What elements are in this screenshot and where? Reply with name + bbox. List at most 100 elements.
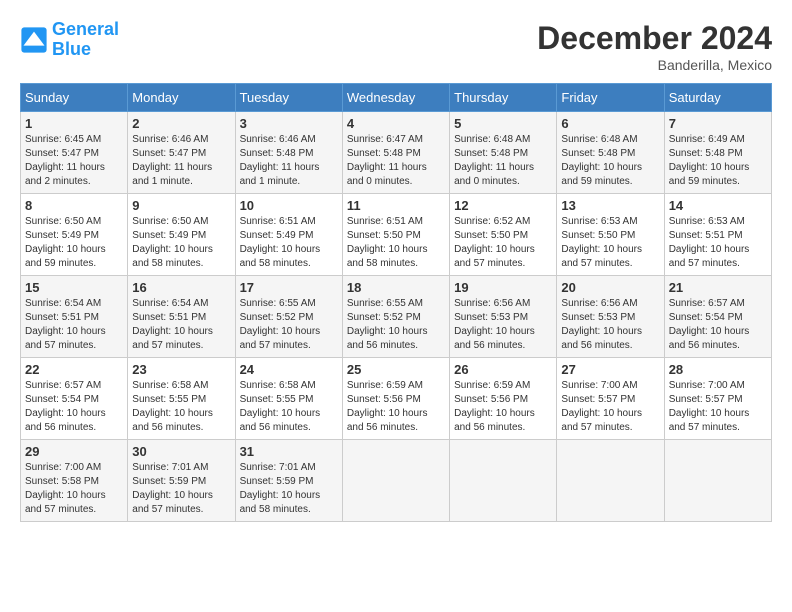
day-info: Sunrise: 6:57 AMSunset: 5:54 PMDaylight:… (25, 379, 123, 435)
title-area: December 2024 Banderilla, Mexico (537, 20, 772, 73)
calendar-cell: 11 Sunrise: 6:51 AMSunset: 5:50 PMDayligh… (342, 194, 449, 276)
calendar-cell: 1 Sunrise: 6:45 AMSunset: 5:47 PMDaylight… (21, 112, 128, 194)
calendar-cell: 18 Sunrise: 6:55 AMSunset: 5:52 PMDayligh… (342, 276, 449, 358)
day-info: Sunrise: 6:59 AMSunset: 5:56 PMDaylight:… (454, 379, 552, 435)
calendar-table: SundayMondayTuesdayWednesdayThursdayFrid… (20, 83, 772, 522)
day-number: 1 (25, 116, 123, 131)
calendar-cell: 24 Sunrise: 6:58 AMSunset: 5:55 PMDayligh… (235, 358, 342, 440)
calendar-cell: 29Sunrise: 7:00 AMSunset: 5:58 PMDayligh… (21, 440, 128, 522)
calendar-week-row: 8 Sunrise: 6:50 AMSunset: 5:49 PMDaylight… (21, 194, 772, 276)
day-info: Sunrise: 6:55 AMSunset: 5:52 PMDaylight:… (347, 297, 445, 353)
day-number: 16 (132, 280, 230, 295)
day-info: Sunrise: 6:50 AMSunset: 5:49 PMDaylight:… (25, 215, 123, 271)
day-info: Sunrise: 6:54 AMSunset: 5:51 PMDaylight:… (132, 297, 230, 353)
day-info: Sunrise: 6:49 AMSunset: 5:48 PMDaylight:… (669, 133, 767, 189)
weekday-header-wednesday: Wednesday (342, 84, 449, 112)
day-number: 12 (454, 198, 552, 213)
weekday-header-sunday: Sunday (21, 84, 128, 112)
day-info: Sunrise: 6:56 AMSunset: 5:53 PMDaylight:… (561, 297, 659, 353)
calendar-cell: 22 Sunrise: 6:57 AMSunset: 5:54 PMDayligh… (21, 358, 128, 440)
weekday-header-tuesday: Tuesday (235, 84, 342, 112)
calendar-cell (664, 440, 771, 522)
day-info: Sunrise: 6:53 AMSunset: 5:50 PMDaylight:… (561, 215, 659, 271)
day-number: 9 (132, 198, 230, 213)
day-info: Sunrise: 6:58 AMSunset: 5:55 PMDaylight:… (132, 379, 230, 435)
day-number: 11 (347, 198, 445, 213)
day-info: Sunrise: 6:47 AMSunset: 5:48 PMDaylight:… (347, 133, 445, 189)
day-number: 25 (347, 362, 445, 377)
calendar-cell: 12 Sunrise: 6:52 AMSunset: 5:50 PMDayligh… (450, 194, 557, 276)
day-number: 4 (347, 116, 445, 131)
day-info: Sunrise: 6:48 AMSunset: 5:48 PMDaylight:… (454, 133, 552, 189)
weekday-header-row: SundayMondayTuesdayWednesdayThursdayFrid… (21, 84, 772, 112)
day-number: 6 (561, 116, 659, 131)
calendar-cell: 10 Sunrise: 6:51 AMSunset: 5:49 PMDayligh… (235, 194, 342, 276)
day-number: 7 (669, 116, 767, 131)
day-info: Sunrise: 7:01 AMSunset: 5:59 PMDaylight:… (132, 461, 230, 517)
location: Banderilla, Mexico (537, 57, 772, 73)
calendar-week-row: 22 Sunrise: 6:57 AMSunset: 5:54 PMDayligh… (21, 358, 772, 440)
calendar-cell: 26 Sunrise: 6:59 AMSunset: 5:56 PMDayligh… (450, 358, 557, 440)
day-info: Sunrise: 6:52 AMSunset: 5:50 PMDaylight:… (454, 215, 552, 271)
day-info: Sunrise: 6:51 AMSunset: 5:49 PMDaylight:… (240, 215, 338, 271)
day-info: Sunrise: 6:59 AMSunset: 5:56 PMDaylight:… (347, 379, 445, 435)
calendar-cell: 31 Sunrise: 7:01 AMSunset: 5:59 PMDayligh… (235, 440, 342, 522)
calendar-cell: 27Sunrise: 7:00 AMSunset: 5:57 PMDayligh… (557, 358, 664, 440)
day-number: 26 (454, 362, 552, 377)
calendar-cell: 8 Sunrise: 6:50 AMSunset: 5:49 PMDaylight… (21, 194, 128, 276)
weekday-header-saturday: Saturday (664, 84, 771, 112)
logo-blue: Blue (52, 39, 91, 59)
day-info: Sunrise: 7:00 AMSunset: 5:57 PMDaylight:… (669, 379, 767, 435)
day-info: Sunrise: 7:01 AMSunset: 5:59 PMDaylight:… (240, 461, 338, 517)
calendar-cell: 7 Sunrise: 6:49 AMSunset: 5:48 PMDaylight… (664, 112, 771, 194)
weekday-header-monday: Monday (128, 84, 235, 112)
logo-text: General Blue (52, 20, 119, 60)
day-info: Sunrise: 6:53 AMSunset: 5:51 PMDaylight:… (669, 215, 767, 271)
logo-icon (20, 26, 48, 54)
day-info: Sunrise: 6:45 AMSunset: 5:47 PMDaylight:… (25, 133, 123, 189)
day-info: Sunrise: 6:50 AMSunset: 5:49 PMDaylight:… (132, 215, 230, 271)
day-number: 10 (240, 198, 338, 213)
day-number: 27 (561, 362, 659, 377)
day-info: Sunrise: 6:46 AMSunset: 5:48 PMDaylight:… (240, 133, 338, 189)
day-number: 22 (25, 362, 123, 377)
month-title: December 2024 (537, 20, 772, 57)
calendar-cell (557, 440, 664, 522)
calendar-cell: 13 Sunrise: 6:53 AMSunset: 5:50 PMDayligh… (557, 194, 664, 276)
calendar-week-row: 1 Sunrise: 6:45 AMSunset: 5:47 PMDaylight… (21, 112, 772, 194)
day-number: 29 (25, 444, 123, 459)
day-info: Sunrise: 6:46 AMSunset: 5:47 PMDaylight:… (132, 133, 230, 189)
day-number: 3 (240, 116, 338, 131)
calendar-cell: 14 Sunrise: 6:53 AMSunset: 5:51 PMDayligh… (664, 194, 771, 276)
day-number: 30 (132, 444, 230, 459)
day-info: Sunrise: 6:54 AMSunset: 5:51 PMDaylight:… (25, 297, 123, 353)
day-number: 15 (25, 280, 123, 295)
day-number: 24 (240, 362, 338, 377)
calendar-cell: 9 Sunrise: 6:50 AMSunset: 5:49 PMDaylight… (128, 194, 235, 276)
day-info: Sunrise: 6:58 AMSunset: 5:55 PMDaylight:… (240, 379, 338, 435)
calendar-cell: 19 Sunrise: 6:56 AMSunset: 5:53 PMDayligh… (450, 276, 557, 358)
calendar-cell: 3 Sunrise: 6:46 AMSunset: 5:48 PMDaylight… (235, 112, 342, 194)
day-number: 19 (454, 280, 552, 295)
page-header: General Blue December 2024 Banderilla, M… (20, 20, 772, 73)
day-number: 8 (25, 198, 123, 213)
calendar-cell: 21Sunrise: 6:57 AMSunset: 5:54 PMDayligh… (664, 276, 771, 358)
calendar-cell: 2 Sunrise: 6:46 AMSunset: 5:47 PMDaylight… (128, 112, 235, 194)
calendar-cell: 23Sunrise: 6:58 AMSunset: 5:55 PMDayligh… (128, 358, 235, 440)
day-number: 31 (240, 444, 338, 459)
day-number: 5 (454, 116, 552, 131)
day-number: 14 (669, 198, 767, 213)
calendar-cell: 16 Sunrise: 6:54 AMSunset: 5:51 PMDayligh… (128, 276, 235, 358)
weekday-header-friday: Friday (557, 84, 664, 112)
day-number: 18 (347, 280, 445, 295)
day-info: Sunrise: 6:51 AMSunset: 5:50 PMDaylight:… (347, 215, 445, 271)
calendar-cell: 25 Sunrise: 6:59 AMSunset: 5:56 PMDayligh… (342, 358, 449, 440)
calendar-cell: 30 Sunrise: 7:01 AMSunset: 5:59 PMDayligh… (128, 440, 235, 522)
day-number: 17 (240, 280, 338, 295)
day-info: Sunrise: 6:55 AMSunset: 5:52 PMDaylight:… (240, 297, 338, 353)
day-info: Sunrise: 6:56 AMSunset: 5:53 PMDaylight:… (454, 297, 552, 353)
calendar-cell: 6Sunrise: 6:48 AMSunset: 5:48 PMDaylight… (557, 112, 664, 194)
day-number: 2 (132, 116, 230, 131)
day-info: Sunrise: 6:57 AMSunset: 5:54 PMDaylight:… (669, 297, 767, 353)
day-number: 13 (561, 198, 659, 213)
